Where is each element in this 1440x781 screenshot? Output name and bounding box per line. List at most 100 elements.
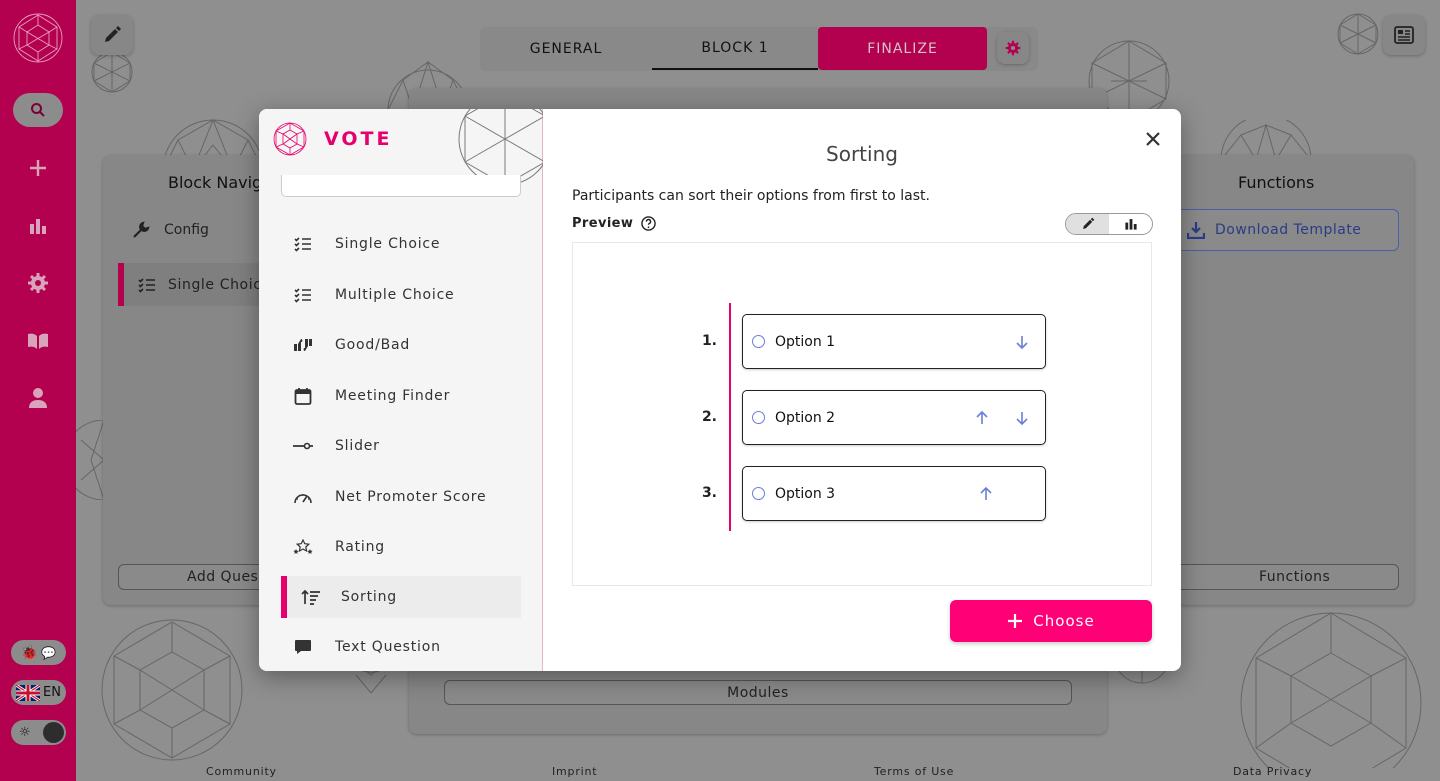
- rank-number: 3.: [701, 485, 717, 501]
- module-item-rating[interactable]: Rating: [281, 526, 521, 568]
- thumbs-icon: [293, 335, 313, 355]
- plus-icon: [30, 160, 46, 176]
- decoration-sphere-icon: [91, 51, 133, 93]
- module-label: Multiple Choice: [335, 287, 455, 303]
- module-item-slider[interactable]: Slider: [281, 425, 521, 467]
- gauge-icon: [293, 487, 313, 507]
- search-button[interactable]: [13, 93, 63, 127]
- checklist-icon: [293, 285, 313, 305]
- module-detail-panel: Sorting Participants can sort their opti…: [543, 109, 1181, 671]
- brand-title: VOTE: [324, 128, 393, 150]
- checklist-icon: [138, 277, 155, 293]
- language-label: EN: [43, 685, 61, 700]
- tab-finalize[interactable]: FINALIZE: [818, 27, 987, 70]
- option-radio[interactable]: [752, 411, 765, 424]
- move-up-icon[interactable]: [976, 484, 996, 504]
- module-item-net-promoter-score[interactable]: Net Promoter Score: [281, 476, 521, 518]
- wrench-icon: [133, 221, 150, 238]
- module-item-single-choice[interactable]: Single Choice: [281, 223, 521, 265]
- preview-mode-toggle[interactable]: [1065, 213, 1153, 235]
- module-title: Sorting: [826, 142, 898, 166]
- config-label: Config: [164, 222, 209, 238]
- uk-flag-icon: [16, 684, 41, 701]
- calendar-icon: [293, 386, 313, 406]
- module-item-meeting-finder[interactable]: Meeting Finder: [281, 375, 521, 417]
- edit-mode-button[interactable]: [1066, 214, 1109, 234]
- download-template-button[interactable]: Download Template: [1176, 209, 1399, 251]
- move-down-icon[interactable]: [1012, 332, 1032, 352]
- newspaper-icon: [1394, 26, 1414, 44]
- option-radio[interactable]: [752, 335, 765, 348]
- single-choice-label: Single Choic: [168, 276, 262, 293]
- language-button[interactable]: EN: [11, 680, 66, 705]
- sun-icon: ☼: [19, 725, 31, 740]
- pencil-icon: [1082, 217, 1094, 229]
- user-icon: [29, 388, 47, 408]
- module-item-good-bad[interactable]: Good/Bad: [281, 324, 521, 366]
- pencil-icon: [105, 26, 121, 42]
- preview-heading: Preview: [572, 216, 657, 231]
- move-down-icon[interactable]: [1012, 408, 1032, 428]
- rank-number: 1.: [701, 333, 717, 349]
- tab-general[interactable]: GENERAL: [480, 27, 652, 70]
- module-label: Good/Bad: [335, 337, 411, 353]
- newspaper-button[interactable]: [1383, 15, 1425, 55]
- statistics-button[interactable]: [24, 212, 52, 240]
- module-item-sorting[interactable]: Sorting: [281, 576, 521, 618]
- functions-button[interactable]: Functions: [1176, 564, 1399, 590]
- option-label: Option 1: [775, 333, 836, 350]
- download-template-label: Download Template: [1215, 222, 1362, 238]
- tab-block-1[interactable]: BLOCK 1: [652, 27, 818, 70]
- footer-imprint-link[interactable]: Imprint: [552, 765, 597, 778]
- account-button[interactable]: [24, 384, 52, 412]
- module-list-panel: VOTE Single Choice Multiple Choice Good/…: [259, 109, 543, 671]
- functions-title: Functions: [1238, 173, 1315, 192]
- settings-button[interactable]: [24, 269, 52, 297]
- option-radio[interactable]: [752, 487, 765, 500]
- results-mode-button[interactable]: [1109, 214, 1152, 234]
- decoration-sphere-icon: [1240, 612, 1422, 768]
- add-button[interactable]: [24, 154, 52, 182]
- sort-option[interactable]: Option 2: [742, 390, 1046, 445]
- module-item-multiple-choice[interactable]: Multiple Choice: [281, 274, 521, 316]
- module-label: Slider: [335, 438, 380, 454]
- option-label: Option 3: [775, 485, 836, 502]
- slider-icon: [293, 436, 313, 456]
- sort-option[interactable]: Option 3: [742, 466, 1046, 521]
- tab-settings-button[interactable]: [997, 32, 1029, 64]
- download-icon: [1187, 222, 1205, 239]
- move-up-icon[interactable]: [972, 408, 992, 428]
- theme-toggle[interactable]: ☼: [11, 720, 66, 745]
- gear-icon: [28, 273, 48, 293]
- block-navigation-title: Block Navig: [168, 173, 263, 192]
- feedback-button[interactable]: 🐞 💬: [11, 640, 66, 665]
- bar-chart-icon: [1124, 219, 1137, 230]
- module-label: Single Choice: [335, 236, 441, 252]
- tab-bar: GENERAL BLOCK 1 FINALIZE: [480, 27, 1038, 71]
- close-icon: [1146, 132, 1160, 146]
- modules-button[interactable]: Modules: [444, 680, 1072, 705]
- docs-button[interactable]: [24, 327, 52, 355]
- decoration-sphere-icon: [101, 619, 243, 761]
- module-label: Meeting Finder: [335, 388, 451, 404]
- sort-option[interactable]: Option 1: [742, 314, 1046, 369]
- decoration-sphere-icon: [1337, 13, 1379, 55]
- config-item[interactable]: Config: [132, 221, 209, 239]
- module-description: Participants can sort their options from…: [572, 188, 930, 204]
- module-item-text-question[interactable]: Text Question: [281, 626, 521, 668]
- footer-terms-link[interactable]: Terms of Use: [874, 765, 954, 778]
- edit-button[interactable]: [91, 15, 133, 55]
- close-button[interactable]: [1139, 125, 1167, 153]
- choose-button[interactable]: Choose: [950, 600, 1152, 642]
- book-icon: [28, 333, 48, 349]
- module-label: Rating: [335, 539, 385, 555]
- logo-icon: [13, 13, 63, 63]
- footer-privacy-link[interactable]: Data Privacy: [1233, 765, 1312, 778]
- chat-bubble-icon: 💬: [41, 645, 57, 660]
- sort-guide-line: [729, 303, 731, 531]
- module-search-input[interactable]: [281, 175, 521, 197]
- help-icon[interactable]: [641, 216, 657, 231]
- stars-icon: [293, 537, 313, 557]
- footer-community-link[interactable]: Community: [206, 765, 277, 778]
- bar-chart-icon: [30, 219, 46, 234]
